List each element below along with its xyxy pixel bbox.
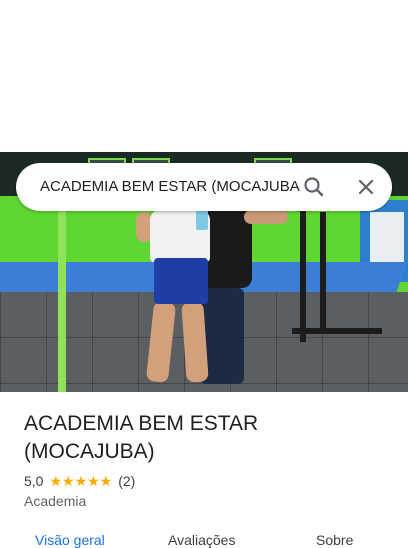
place-title-line: ACADEMIA BEM ESTAR <box>24 412 259 435</box>
photo-pillar <box>58 192 66 392</box>
photo-phone <box>196 210 208 230</box>
tab-bar: Visão geral Avaliações Sobre <box>0 530 408 548</box>
place-category[interactable]: Academia <box>24 493 86 509</box>
search-input[interactable]: ACADEMIA BEM ESTAR (MOCAJUBA <box>40 163 302 211</box>
photo-person <box>244 210 288 224</box>
place-title: ACADEMIA BEM ESTAR (MOCAJUBA) <box>24 410 384 466</box>
search-icon[interactable] <box>300 173 328 201</box>
tab-overview[interactable]: Visão geral <box>35 532 105 548</box>
photo-machine <box>300 202 306 342</box>
place-title-line: (MOCAJUBA) <box>24 440 155 463</box>
photo-person <box>154 258 208 304</box>
tab-reviews[interactable]: Avaliações <box>168 532 235 548</box>
star-rating-icon: ★★★★★ <box>49 472 113 489</box>
review-count[interactable]: (2) <box>118 473 135 489</box>
photo-machine <box>320 212 326 332</box>
rating-value: 5,0 <box>24 473 44 489</box>
close-icon[interactable] <box>352 173 380 201</box>
photo-machine <box>292 328 382 334</box>
map-empty-area <box>0 0 408 152</box>
tab-about[interactable]: Sobre <box>316 532 353 548</box>
search-bar[interactable]: ACADEMIA BEM ESTAR (MOCAJUBA <box>16 163 392 211</box>
rating-row[interactable]: 5,0 ★★★★★ (2) <box>24 472 135 490</box>
